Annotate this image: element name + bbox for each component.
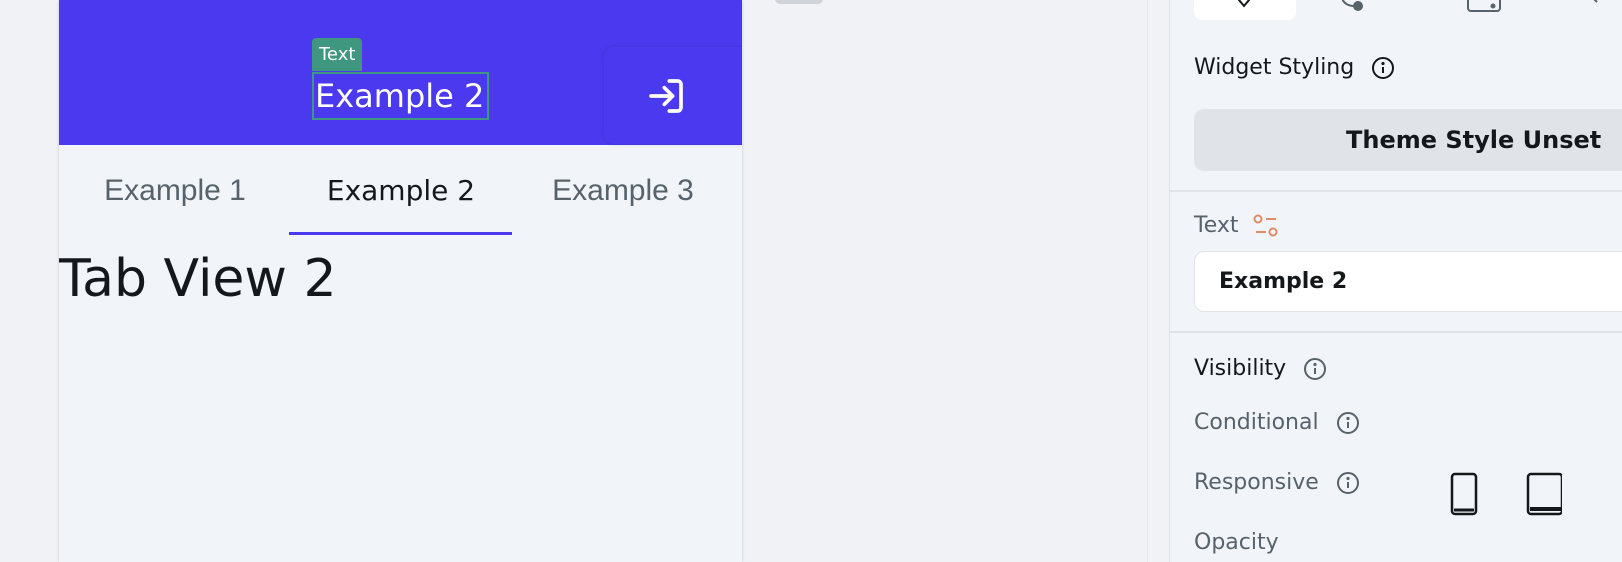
phone-preview: Text Example 2 Example 1 Example 2 Examp… [59, 0, 742, 562]
info-icon[interactable] [1336, 411, 1360, 435]
responsive-row: Responsive [1194, 470, 1360, 495]
tab-content-title[interactable]: Tab View 2 [59, 247, 337, 311]
widget-styling-heading: Widget Styling [1194, 55, 1395, 80]
drag-handle[interactable] [775, 0, 823, 4]
responsive-label: Responsive [1194, 470, 1319, 495]
tab-indicator [289, 232, 512, 235]
login-icon [649, 79, 683, 113]
tab-example-3[interactable]: Example 3 [509, 145, 737, 235]
canvas-area: Text Example 2 Example 1 Example 2 Examp… [0, 0, 1147, 562]
login-button[interactable] [604, 47, 742, 144]
tablet-icon[interactable] [1526, 472, 1562, 516]
widget-styling-label: Widget Styling [1194, 55, 1355, 80]
tab-example-2[interactable]: Example 2 [287, 145, 515, 235]
visibility-heading: Visibility [1194, 356, 1327, 381]
divider [1170, 331, 1622, 333]
app-bar-title[interactable]: Example 2 [312, 72, 489, 120]
text-field-label: Text [1194, 213, 1239, 238]
conditional-label: Conditional [1194, 410, 1319, 435]
text-value-input[interactable]: Example 2 [1194, 251, 1622, 312]
info-icon[interactable] [1303, 357, 1327, 381]
app-bar[interactable]: Text Example 2 [59, 0, 742, 145]
opacity-label: Opacity [1194, 530, 1279, 555]
variable-settings-icon[interactable] [1252, 213, 1280, 239]
action-icon[interactable] [1340, 0, 1364, 14]
more-icon[interactable] [1589, 0, 1599, 4]
text-field-heading: Text [1194, 213, 1280, 239]
conditional-row: Conditional [1194, 410, 1360, 435]
theme-style-button[interactable]: Theme Style Unset [1194, 109, 1622, 171]
tab-example-1[interactable]: Example 1 [61, 145, 289, 235]
panel-icon-tabs [1194, 0, 1622, 20]
info-icon[interactable] [1371, 56, 1395, 80]
backend-icon[interactable] [1466, 0, 1502, 14]
opacity-row: Opacity [1194, 530, 1279, 555]
divider [1170, 190, 1622, 192]
panel-gutter [1147, 0, 1169, 562]
info-icon[interactable] [1336, 471, 1360, 495]
phone-icon[interactable] [1450, 472, 1478, 516]
paint-icon [1237, 0, 1251, 8]
properties-panel: Widget Styling Theme Style Unset Text Ex… [1169, 0, 1622, 562]
selection-tag: Text [312, 38, 363, 71]
tab-bar: Example 1 Example 2 Example 3 [59, 145, 742, 235]
visibility-label: Visibility [1194, 356, 1287, 381]
